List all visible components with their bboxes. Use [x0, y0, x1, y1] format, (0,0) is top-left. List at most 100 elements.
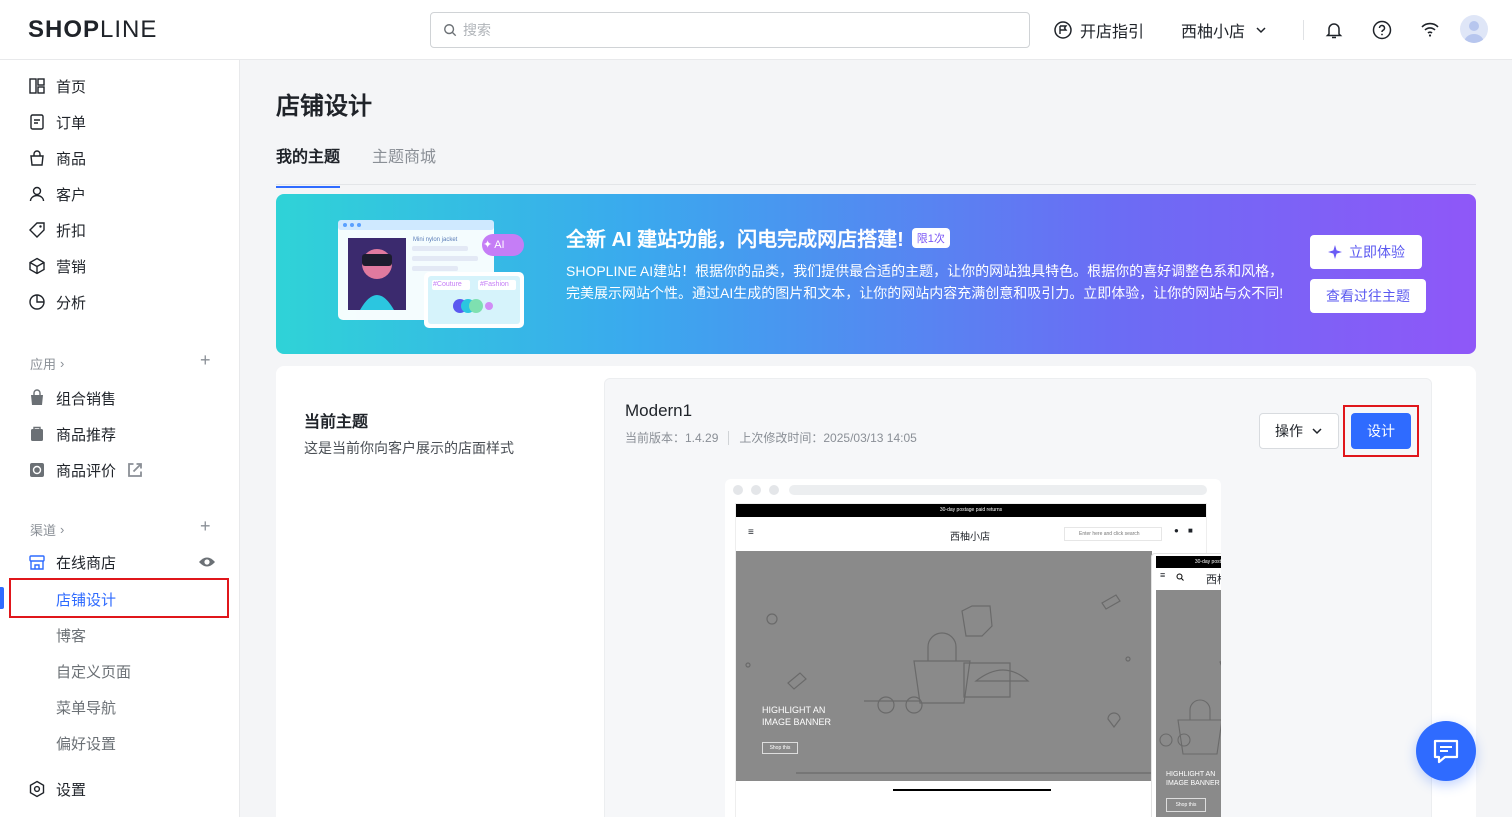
try-now-button[interactable]: 立即体验	[1310, 235, 1422, 269]
desktop-mock: 30-day postage paid returns ≡ 西柚小店 Enter…	[735, 503, 1207, 817]
sidebar-item-menu-nav[interactable]: 菜单导航	[56, 697, 116, 718]
sidebar-item-label: 商品推荐	[56, 426, 117, 444]
theme-meta: 当前版本：1.4.29 上次修改时间：2025/03/13 14:05	[625, 429, 917, 446]
sidebar-item-analytics[interactable]: 分析	[28, 290, 86, 314]
store-guide-label: 开店指引	[1080, 24, 1145, 41]
search-icon	[444, 24, 457, 37]
sidebar-item-marketing[interactable]: 营销	[28, 254, 86, 278]
channels-section-label[interactable]: 渠道 ›	[30, 520, 64, 539]
cube-icon	[29, 257, 45, 275]
sidebar-item-product-reviews[interactable]: 商品评价	[28, 458, 144, 482]
ai-builder-banner: Mini nylon jacket ✦ AI #Couture #Fashion …	[276, 194, 1476, 354]
sidebar-item-home[interactable]: 首页	[28, 74, 86, 98]
user-icon	[29, 186, 45, 202]
store-guide-button[interactable]: 开店指引	[1054, 18, 1144, 42]
store-icon	[29, 555, 45, 570]
sidebar-item-bundle-sales[interactable]: 组合销售	[28, 386, 116, 410]
sidebar-item-product-recs[interactable]: 商品推荐	[28, 422, 116, 446]
external-link-icon	[128, 463, 142, 477]
current-theme-title: 当前主题	[304, 414, 369, 431]
theme-card: Modern1 当前版本：1.4.29 上次修改时间：2025/03/13 14…	[604, 378, 1432, 817]
theme-actions-button[interactable]: 操作	[1259, 413, 1339, 449]
meta-divider	[728, 430, 730, 445]
preview-header: ≡ 西柚小店 Enter here and click search ● ■	[736, 517, 1206, 551]
sidebar-item-custom-pages[interactable]: 自定义页面	[56, 661, 131, 682]
sidebar-item-label: 商品	[56, 150, 87, 168]
sidebar-item-blog[interactable]: 博客	[56, 625, 86, 646]
support-chat-button[interactable]	[1416, 721, 1476, 781]
apps-section-label[interactable]: 应用 ›	[30, 354, 64, 373]
preview-divider	[893, 789, 1051, 791]
recommend-app-icon	[31, 426, 43, 441]
store-switcher[interactable]: 西柚小店	[1181, 18, 1267, 42]
limit-badge: 限1次	[911, 227, 950, 248]
add-channel-button[interactable]: +	[200, 516, 211, 537]
banner-description: SHOPLINE AI建站！根据你的品类，我们提供最合适的主题，让你的网站独具特…	[566, 263, 1284, 301]
highlight-box-design	[1343, 405, 1419, 457]
sidebar-item-online-store[interactable]: 在线商店	[28, 550, 116, 574]
bag-icon	[30, 150, 44, 166]
sparkle-icon: ✦	[483, 239, 493, 251]
shopline-logo[interactable]: SHOPLINE	[28, 16, 157, 44]
add-app-button[interactable]: +	[200, 350, 211, 371]
sidebar-item-label: 客户	[56, 186, 87, 204]
sidebar-item-customers[interactable]: 客户	[28, 182, 86, 206]
header-divider	[1303, 20, 1304, 40]
chevron-right-icon: ›	[60, 522, 65, 537]
mobile-shop-button: Shop this	[1166, 798, 1206, 812]
preview-announcement: 30-day postage paid returns	[736, 504, 1206, 517]
sidebar-item-products[interactable]: 商品	[28, 146, 86, 170]
mobile-store-name: 西柚小店	[1206, 574, 1221, 586]
preview-hero: HIGHLIGHT AN IMAGE BANNER Shop this	[736, 551, 1152, 781]
view-past-themes-button[interactable]: 查看过往主题	[1310, 279, 1426, 313]
user-avatar-icon	[1464, 21, 1484, 43]
dashboard-icon	[29, 78, 45, 94]
browser-address-bar	[789, 485, 1207, 495]
chevron-right-icon: ›	[60, 356, 65, 371]
fashion-tag: #Fashion	[480, 281, 509, 288]
sidebar-item-label: 折扣	[56, 222, 87, 240]
review-app-icon	[30, 463, 44, 477]
search-input[interactable]	[463, 22, 1003, 38]
wifi-icon[interactable]	[1420, 20, 1440, 40]
sidebar-item-orders[interactable]: 订单	[28, 110, 86, 134]
sidebar-item-preferences[interactable]: 偏好设置	[56, 733, 116, 754]
chevron-down-icon	[1256, 27, 1266, 34]
avatar[interactable]	[1460, 15, 1488, 43]
active-indicator	[0, 587, 4, 609]
chevron-down-icon	[1312, 428, 1322, 435]
pie-chart-icon	[29, 294, 45, 310]
theme-tabs: 我的主题 主题商城	[276, 143, 1476, 188]
mobile-banner-text: HIGHLIGHT AN IMAGE BANNER	[1166, 771, 1220, 787]
bell-icon[interactable]	[1324, 20, 1344, 40]
sidebar-item-label: 首页	[56, 78, 87, 96]
sidebar-item-label: 订单	[56, 114, 87, 132]
sidebar-item-settings[interactable]: 设置	[28, 777, 86, 801]
theme-modified: 上次修改时间：2025/03/13 14:05	[739, 431, 917, 445]
sidebar-item-label: 商品评价	[56, 462, 117, 480]
current-theme-panel: 当前主题 这是当前你向客户展示的店面样式 Modern1 当前版本：1.4.29…	[276, 366, 1476, 817]
couture-tag: #Couture	[433, 281, 462, 288]
settings-icon	[29, 780, 45, 798]
mobile-menu-icon: ≡	[1160, 570, 1166, 580]
tab-my-themes[interactable]: 我的主题	[276, 143, 341, 188]
preview-menu-icon: ≡	[748, 527, 754, 538]
sidebar: 首页 订单 商品 客户 折扣 营销 分析 应用 › + 组合销售 商品推荐 商品评…	[0, 60, 240, 817]
search-box[interactable]	[430, 12, 1030, 48]
eye-icon[interactable]	[198, 554, 216, 570]
preview-user-icon: ●	[1174, 526, 1179, 535]
sparkle-icon	[1328, 245, 1342, 259]
browser-dots	[733, 485, 779, 495]
preview-bag-icon: ■	[1188, 526, 1193, 535]
help-icon[interactable]	[1372, 20, 1392, 40]
page-title: 店铺设计	[276, 93, 372, 120]
theme-name: Modern1	[625, 401, 693, 420]
highlight-box-store-design	[9, 578, 229, 618]
chat-icon	[1433, 739, 1459, 764]
tab-theme-store[interactable]: 主题商城	[372, 143, 436, 186]
sidebar-item-discounts[interactable]: 折扣	[28, 218, 86, 242]
sidebar-item-label: 营销	[56, 258, 87, 276]
illustration-caption: Mini nylon jacket	[413, 237, 458, 243]
theme-preview[interactable]: 30-day postage paid returns ≡ 西柚小店 Enter…	[725, 479, 1221, 817]
fashion-lineart-illustration	[745, 594, 1152, 774]
